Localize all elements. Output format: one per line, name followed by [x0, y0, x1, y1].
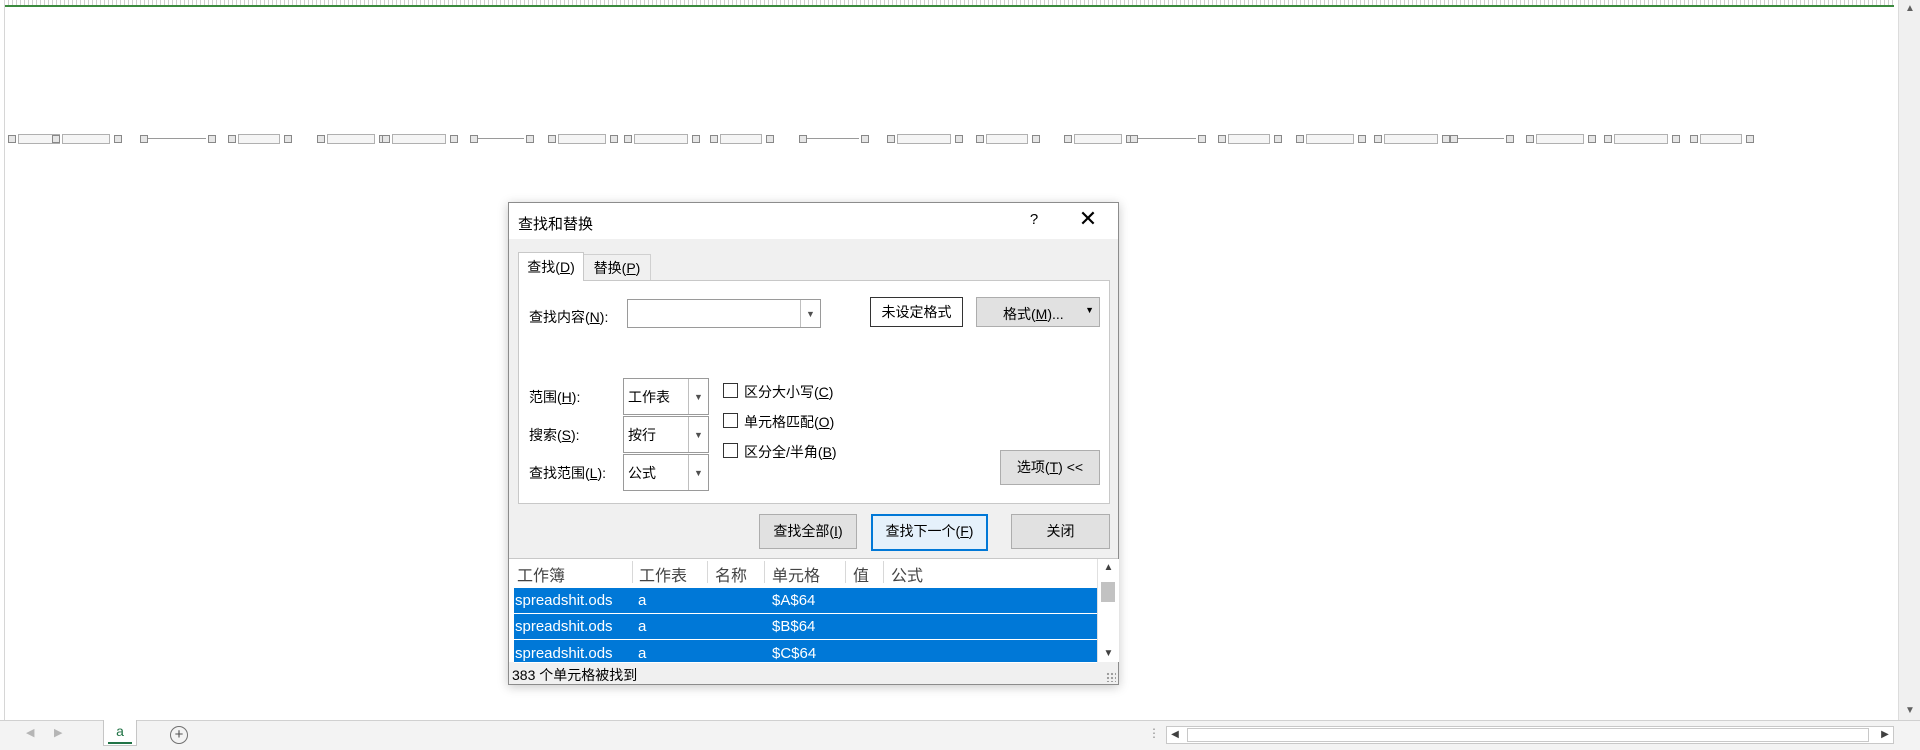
column-header-formula[interactable]: 公式: [891, 562, 923, 585]
embedded-shape: [1060, 131, 1136, 145]
close-icon[interactable]: ✕: [1076, 208, 1100, 232]
horizontal-scrollbar[interactable]: ◀ ▶: [1166, 726, 1894, 744]
prev-sheet-icon[interactable]: ◀: [26, 726, 34, 739]
embedded-shape: [1522, 131, 1598, 145]
close-button[interactable]: 关闭: [1011, 514, 1110, 549]
embedded-shape: [1446, 131, 1516, 145]
embedded-shape: [883, 131, 965, 145]
result-row[interactable]: spreadshit.ods a $B$64: [514, 614, 1097, 640]
embedded-shape: [1600, 131, 1682, 145]
chevron-down-icon[interactable]: ▼: [688, 455, 708, 490]
embedded-shape: [48, 131, 124, 145]
options-button[interactable]: 选项(T) <<: [1000, 450, 1100, 485]
chevron-down-icon[interactable]: ▼: [1098, 645, 1119, 662]
tab-find[interactable]: 查找(D): [518, 252, 584, 281]
embedded-shape: [1370, 131, 1452, 145]
find-what-label: 查找内容(N):: [529, 309, 609, 325]
find-next-button[interactable]: 查找下一个(F): [871, 514, 988, 551]
embedded-shape: [795, 131, 871, 145]
find-what-input[interactable]: ▼: [627, 299, 821, 328]
search-order-select[interactable]: 按行 ▼: [623, 416, 709, 453]
within-select[interactable]: 工作表 ▼: [623, 378, 709, 415]
results-scroll-thumb[interactable]: [1101, 582, 1115, 602]
results-header: 工作簿 工作表 名称 单元格 值 公式: [509, 559, 1097, 585]
tab-replace[interactable]: 替换(P): [583, 254, 651, 281]
embedded-shape: [378, 131, 460, 145]
embedded-shape: [1126, 131, 1208, 145]
search-label: 搜索(S):: [529, 427, 580, 443]
chevron-down-icon[interactable]: ▼: [1085, 305, 1094, 315]
scroll-up-arrow-icon[interactable]: ▲: [1899, 0, 1920, 18]
embedded-shape: [972, 131, 1042, 145]
sheet-left-border: [4, 0, 5, 720]
column-header-value[interactable]: 值: [853, 562, 869, 585]
column-header-sheet[interactable]: 工作表: [639, 562, 687, 585]
scroll-right-arrow-icon[interactable]: ▶: [1877, 727, 1893, 743]
chevron-up-icon[interactable]: ▲: [1098, 559, 1119, 576]
format-preview-button[interactable]: 未设定格式: [870, 297, 963, 327]
embedded-shape: [620, 131, 702, 145]
column-header-cell[interactable]: 单元格: [772, 562, 820, 585]
status-text: 383 个单元格被找到: [512, 667, 638, 683]
find-replace-dialog: 查找和替换 ? ✕ 查找(D) 替换(P) 查找内容(N): ▼ 未设定格式 格…: [508, 202, 1119, 685]
chevron-down-icon[interactable]: ▼: [688, 417, 708, 452]
tab-splitter-handle[interactable]: ⋮: [1148, 726, 1160, 740]
add-sheet-icon[interactable]: +: [170, 726, 188, 744]
embedded-shape: [1292, 131, 1368, 145]
format-button[interactable]: 格式(M)... ▼: [976, 297, 1100, 327]
scroll-left-arrow-icon[interactable]: ◀: [1167, 727, 1183, 743]
embedded-shape: [1686, 131, 1756, 145]
result-row[interactable]: spreadshit.ods a $C$64: [514, 640, 1097, 663]
embedded-shape: [136, 131, 218, 145]
look-in-select[interactable]: 公式 ▼: [623, 454, 709, 491]
column-header-name[interactable]: 名称: [715, 562, 747, 585]
embedded-shape: [1214, 131, 1284, 145]
vertical-scrollbar[interactable]: ▲ ▼: [1898, 0, 1920, 720]
sheet-tab-a[interactable]: a: [103, 720, 137, 746]
scroll-down-arrow-icon[interactable]: ▼: [1899, 702, 1920, 720]
embedded-shape: [224, 131, 294, 145]
column-header-workbook[interactable]: 工作簿: [517, 562, 565, 585]
horizontal-scroll-thumb[interactable]: [1187, 728, 1869, 742]
embedded-shape: [706, 131, 776, 145]
embedded-shape: [466, 131, 536, 145]
resize-grip-icon[interactable]: [1106, 672, 1116, 682]
help-icon[interactable]: ?: [1024, 210, 1044, 230]
result-row[interactable]: spreadshit.ods a $A$64: [514, 588, 1097, 614]
next-sheet-icon[interactable]: ▶: [54, 726, 62, 739]
embedded-shape: [544, 131, 620, 145]
find-all-button[interactable]: 查找全部(I): [759, 514, 857, 549]
chevron-down-icon[interactable]: ▼: [688, 379, 708, 414]
dialog-titlebar[interactable]: 查找和替换 ? ✕: [509, 203, 1118, 239]
results-list[interactable]: 工作簿 工作表 名称 单元格 值 公式 spreadshit.ods a $A$…: [509, 558, 1119, 663]
within-label: 范围(H):: [529, 389, 581, 405]
selection-highlight-strip: [4, 5, 1894, 7]
dialog-title: 查找和替换: [518, 216, 594, 233]
results-scrollbar[interactable]: ▲ ▼: [1097, 559, 1119, 662]
find-history-dropdown-icon[interactable]: ▼: [800, 300, 820, 327]
sheet-tab-bar: ◀ ▶ a + ⋮ ◀ ▶: [0, 720, 1920, 750]
look-in-label: 查找范围(L):: [529, 465, 607, 481]
